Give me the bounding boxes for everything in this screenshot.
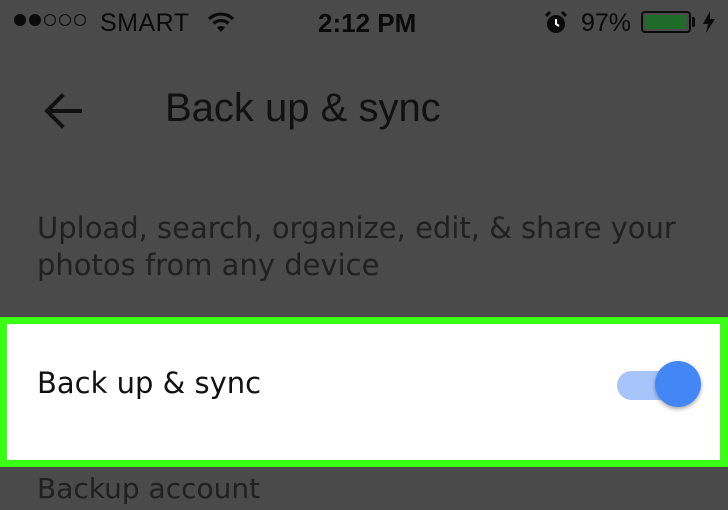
- backup-sync-toggle[interactable]: [617, 360, 701, 410]
- settings-description: Upload, search, organize, edit, & share …: [37, 211, 676, 282]
- signal-dot: [29, 14, 41, 26]
- wifi-icon: [207, 12, 235, 32]
- signal-dot: [74, 14, 86, 26]
- signal-dot: [44, 14, 56, 26]
- battery-percent: 97%: [581, 9, 632, 37]
- backup-sync-highlight: Back up & sync: [0, 317, 728, 467]
- toggle-knob[interactable]: [655, 361, 701, 407]
- signal-dot: [14, 14, 26, 26]
- signal-dot: [59, 14, 71, 26]
- back-arrow-icon[interactable]: [40, 88, 86, 134]
- backup-sync-setting-row[interactable]: Back up & sync: [7, 324, 720, 460]
- clock-time: 2:12 PM: [318, 8, 417, 38]
- battery-icon: [641, 11, 691, 33]
- page-title: Back up & sync: [165, 86, 441, 130]
- battery-cap: [692, 17, 695, 27]
- battery-level: [645, 15, 686, 29]
- signal-dots-icon: [14, 14, 86, 26]
- carrier-name: SMART: [100, 9, 190, 37]
- status-bar: SMART 2:12 PM 97%: [0, 0, 728, 46]
- alarm-clock-icon: [544, 10, 568, 33]
- backup-account-header: Backup account: [37, 472, 261, 505]
- charging-bolt-icon: [703, 11, 715, 33]
- backup-sync-label: Back up & sync: [37, 366, 262, 400]
